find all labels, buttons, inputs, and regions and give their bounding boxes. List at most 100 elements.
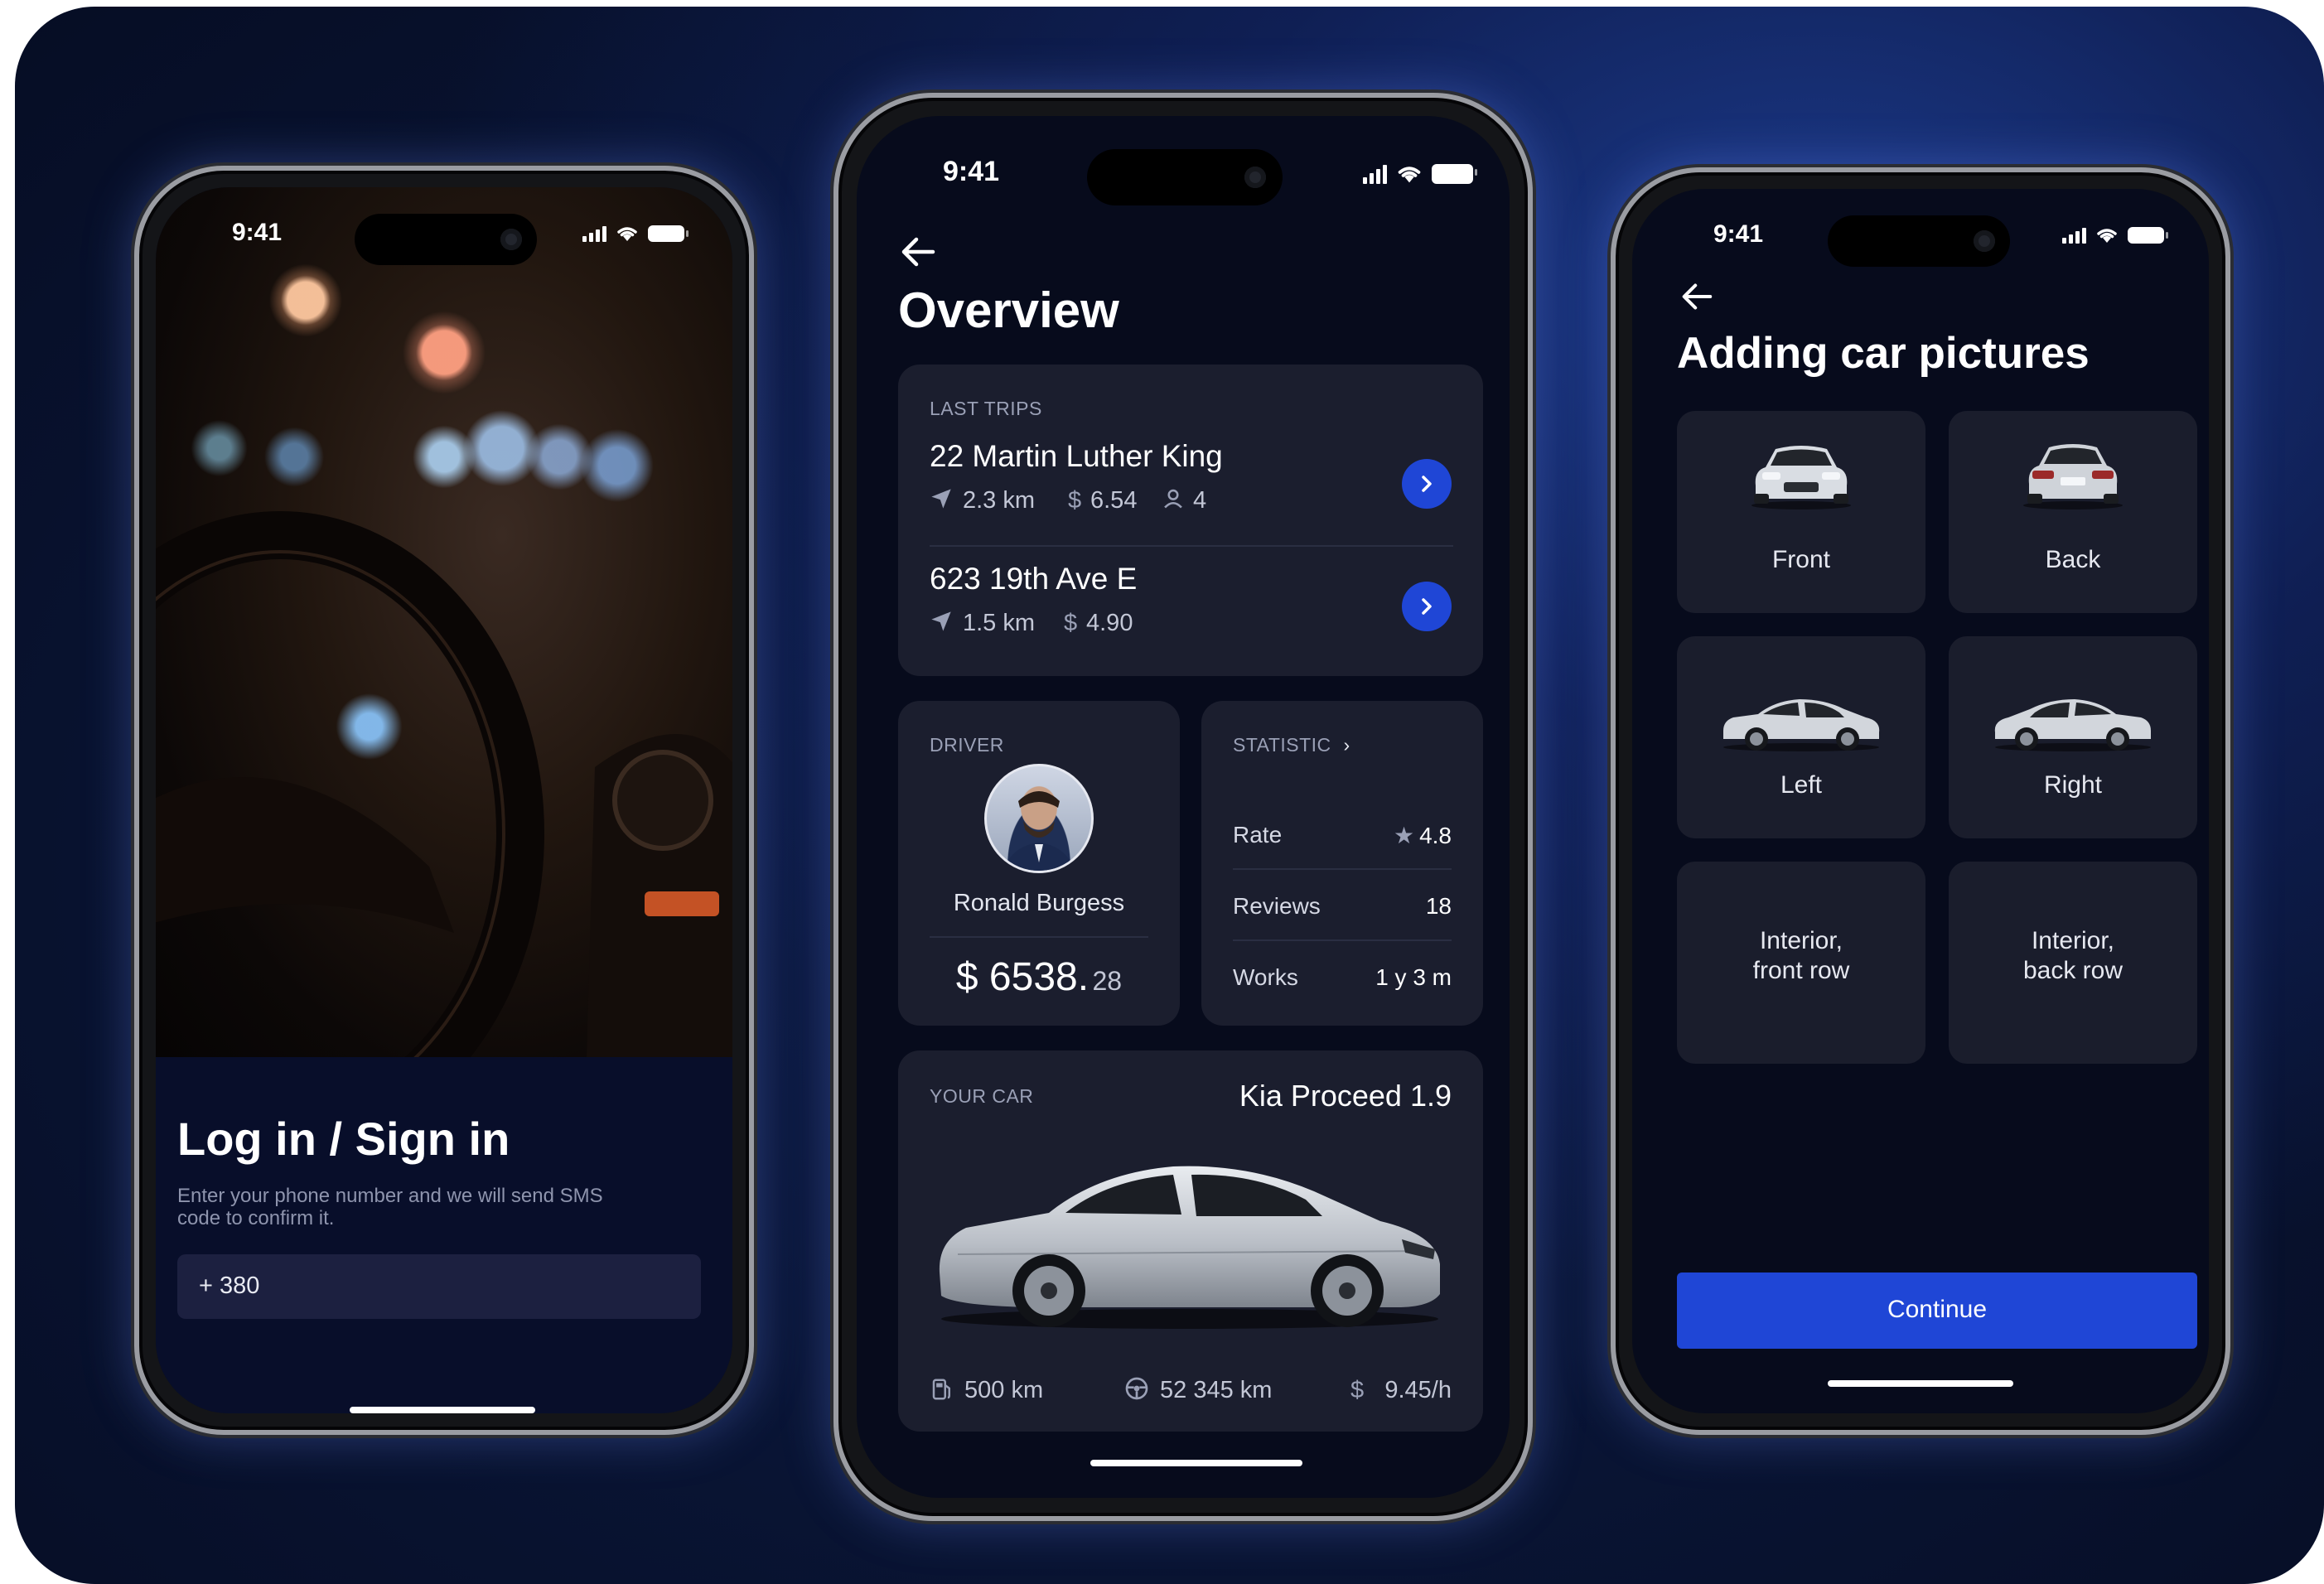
back-arrow-icon[interactable] bbox=[900, 235, 936, 268]
phone-overview: 9:41 Overview LAST TRIPS 22 Martin Luthe… bbox=[833, 93, 1533, 1521]
stat-reviews-value: 18 bbox=[1425, 893, 1452, 919]
signal-icon bbox=[582, 226, 606, 242]
battery-icon bbox=[2128, 227, 2168, 244]
driver-card[interactable]: DRIVER Ronald Burgess $ 6538. 28 bbox=[898, 701, 1180, 1026]
car-right-image bbox=[1949, 694, 2197, 756]
stat-rate-number: 4.8 bbox=[1419, 823, 1452, 848]
phone-number-value: + 380 bbox=[199, 1273, 260, 1299]
trip-distance: 1.5 km bbox=[963, 610, 1036, 636]
overview-screen: 9:41 Overview LAST TRIPS 22 Martin Luthe… bbox=[857, 116, 1510, 1498]
phone-number-input[interactable]: + 380 bbox=[177, 1254, 701, 1319]
picture-tile-label: Back bbox=[2045, 546, 2101, 573]
driver-divider bbox=[930, 936, 1148, 938]
home-indicator bbox=[1828, 1380, 2013, 1387]
picture-tile-label: Left bbox=[1780, 771, 1823, 799]
home-indicator bbox=[350, 1407, 535, 1413]
chevron-right-icon bbox=[1422, 476, 1432, 492]
signal-icon bbox=[2062, 228, 2086, 244]
car-image bbox=[939, 1166, 1440, 1329]
stat-works-value: 1 y 3 m bbox=[1375, 964, 1452, 990]
trip-address: 623 19th Ave E bbox=[930, 562, 1138, 596]
trip-item[interactable]: 22 Martin Luther King 2.3 km $ 6.54 4 bbox=[898, 439, 1483, 538]
fuel-icon bbox=[932, 1379, 950, 1400]
car-left-image bbox=[1677, 694, 1925, 756]
status-icons bbox=[1363, 162, 1477, 184]
stat-divider bbox=[1233, 939, 1452, 941]
picture-tile-label: Right bbox=[2043, 771, 2103, 799]
driver-name: Ronald Burgess bbox=[953, 890, 1125, 916]
your-car-label: YOUR CAR bbox=[930, 1085, 1034, 1107]
navigation-icon bbox=[931, 489, 951, 509]
trip-divider bbox=[930, 545, 1453, 547]
wifi-icon bbox=[1398, 167, 1421, 183]
car-front-image bbox=[1677, 436, 1925, 514]
status-icons bbox=[2062, 225, 2168, 244]
picture-tile-label: Interior, front row bbox=[1752, 927, 1850, 984]
earnings-main: $ 6538. bbox=[955, 955, 1090, 999]
chevron-right-icon bbox=[1422, 598, 1432, 615]
trip-price: 6.54 bbox=[1090, 487, 1138, 514]
statistic-label: STATISTIC › bbox=[1233, 734, 1350, 756]
login-description: Enter your phone number and we will send… bbox=[177, 1185, 603, 1229]
car-model: Kia Proceed 1.9 bbox=[1239, 1079, 1452, 1113]
car-hourly-rate: 9.45/h bbox=[1384, 1377, 1452, 1403]
passenger-icon bbox=[1164, 489, 1182, 509]
dollar-icon: $ bbox=[1350, 1377, 1365, 1403]
statistic-card[interactable]: STATISTIC › Rate ★ 4.8 Reviews 18 Works 1… bbox=[1201, 701, 1483, 1026]
car-pictures-screen: 9:41 Adding car pictures Front Back Left Ri… bbox=[1632, 189, 2209, 1413]
status-time: 9:41 bbox=[943, 156, 1000, 187]
stat-works-label: Works bbox=[1233, 964, 1298, 990]
car-interior-photo bbox=[156, 187, 732, 1057]
stat-rate-value: ★ 4.8 bbox=[1394, 822, 1452, 849]
continue-button[interactable]: Continue bbox=[1677, 1273, 2197, 1349]
dynamic-island bbox=[355, 214, 537, 265]
battery-icon bbox=[648, 225, 689, 242]
last-trips-card: LAST TRIPS 22 Martin Luther King 2.3 km … bbox=[898, 365, 1483, 676]
driver-avatar bbox=[984, 764, 1094, 873]
last-trips-label: LAST TRIPS bbox=[930, 398, 1042, 419]
showcase-background: 9:41 Log in / Sign in Enter your phone n… bbox=[15, 7, 2324, 1584]
phone-car-pictures: 9:41 Adding car pictures Front Back Left Ri… bbox=[1611, 167, 2230, 1435]
trip-item[interactable]: 623 19th Ave E 1.5 km $ 4.90 bbox=[898, 562, 1483, 661]
trip-open-button[interactable] bbox=[1402, 582, 1452, 631]
stat-divider bbox=[1233, 868, 1452, 870]
battery-icon bbox=[1432, 164, 1477, 184]
back-arrow-icon[interactable] bbox=[1680, 282, 1713, 311]
status-icons bbox=[582, 224, 689, 242]
dynamic-island bbox=[1087, 149, 1283, 205]
driver-earnings: $ 6538. 28 bbox=[898, 954, 1180, 1000]
phone-login: 9:41 Log in / Sign in Enter your phone n… bbox=[134, 166, 754, 1435]
dollar-icon: $ bbox=[1064, 610, 1078, 636]
home-indicator bbox=[1090, 1460, 1302, 1466]
trip-open-button[interactable] bbox=[1402, 459, 1452, 509]
earnings-cents: 28 bbox=[1092, 966, 1123, 996]
picture-tile-back[interactable]: Back bbox=[1949, 411, 2197, 613]
picture-tile-right[interactable]: Right bbox=[1949, 636, 2197, 838]
car-mileage: 52 345 km bbox=[1160, 1377, 1273, 1403]
picture-tile-label: Interior, back row bbox=[2022, 927, 2123, 984]
wifi-icon bbox=[2097, 229, 2117, 243]
star-icon: ★ bbox=[1393, 823, 1415, 848]
picture-tile-label: Front bbox=[1771, 546, 1831, 573]
trip-price: 4.90 bbox=[1086, 610, 1133, 636]
trip-passengers: 4 bbox=[1193, 487, 1207, 514]
driver-label: DRIVER bbox=[930, 734, 1004, 756]
status-time: 9:41 bbox=[1713, 220, 1764, 248]
car-back-image bbox=[1949, 436, 2197, 514]
steering-wheel-silhouette bbox=[156, 511, 732, 1057]
your-car-card[interactable]: YOUR CAR Kia Proceed 1.9 500 km 52 345 k… bbox=[898, 1050, 1483, 1432]
picture-tile-interior-back[interactable]: Interior, back row bbox=[1949, 862, 2197, 1064]
stat-reviews-label: Reviews bbox=[1233, 893, 1321, 919]
login-title: Log in / Sign in bbox=[177, 1113, 510, 1165]
picture-tile-interior-front[interactable]: Interior, front row bbox=[1677, 862, 1925, 1064]
statistic-label-text: STATISTIC bbox=[1233, 734, 1331, 756]
status-time: 9:41 bbox=[232, 219, 283, 246]
stat-rate-label: Rate bbox=[1233, 822, 1283, 848]
picture-tile-left[interactable]: Left bbox=[1677, 636, 1925, 838]
picture-tile-front[interactable]: Front bbox=[1677, 411, 1925, 613]
trip-address: 22 Martin Luther King bbox=[930, 439, 1223, 473]
dynamic-island bbox=[1828, 215, 2010, 267]
page-title: Adding car pictures bbox=[1677, 329, 2090, 378]
car-fuel-range: 500 km bbox=[964, 1377, 1044, 1403]
steering-wheel-icon bbox=[1125, 1377, 1148, 1400]
